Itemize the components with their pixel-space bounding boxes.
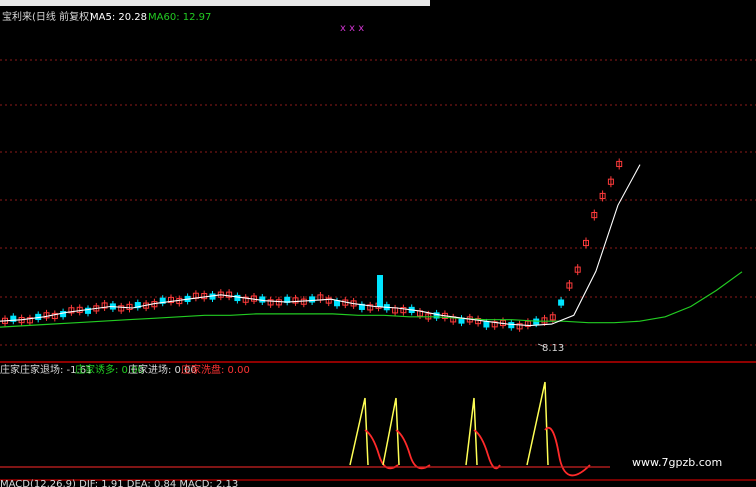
signal-marks: x x x (340, 23, 364, 34)
indicator-item-wash: 庄家洗盘: 0.00 (181, 363, 250, 376)
macd-header: MACD(12,26,9) DIF: 1.91 DEA: 0.84 MACD: … (0, 479, 238, 487)
stock-chart: 宝利来(日线 前复权) MA5: 20.28 MA60: 12.97 x x x… (0, 0, 756, 487)
top-info-strip (0, 0, 430, 6)
candle-body (259, 296, 266, 303)
watermark: www.7gpzb.com (632, 456, 722, 469)
stock-title: 宝利来(日线 前复权) (2, 10, 93, 23)
ma60-label: MA60: 12.97 (148, 12, 211, 23)
candle-body (334, 300, 340, 307)
ma5-label: MA5: 20.28 (90, 12, 147, 23)
spike-candle (377, 275, 383, 307)
chart-background (0, 0, 756, 487)
candle-body (508, 322, 515, 329)
candle-body (483, 321, 490, 328)
indicator-name: 庄家 (0, 363, 20, 376)
candle-body (234, 294, 241, 302)
candle-body (309, 296, 316, 303)
low-price-label: 8.13 (542, 343, 564, 354)
candle-body (558, 299, 565, 306)
